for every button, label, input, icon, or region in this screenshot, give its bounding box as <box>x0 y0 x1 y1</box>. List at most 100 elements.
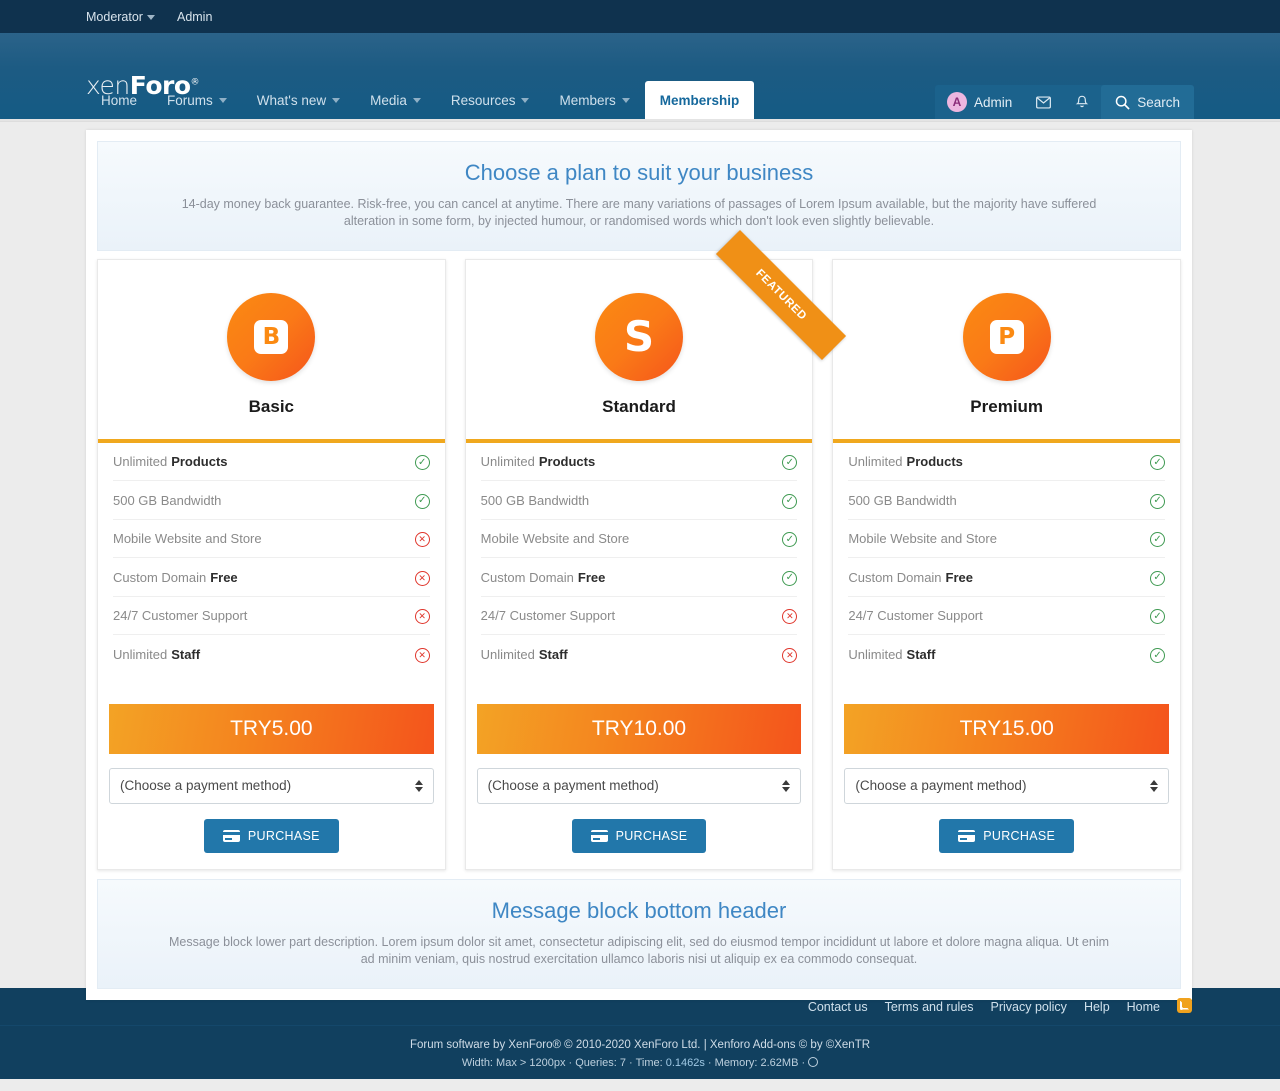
nav-items: Home Forums What's new Media Resources Member… <box>86 81 755 119</box>
cross-circle-icon: ✕ <box>782 648 798 663</box>
moderator-bar: Moderator Admin <box>0 0 1280 33</box>
cross-circle-icon: ✕ <box>414 609 430 624</box>
feature-label-emphasis: Staff <box>171 647 201 662</box>
topbar-moderator-link[interactable]: Moderator <box>86 10 155 24</box>
plan-initial-letter: S <box>623 311 655 361</box>
topbar-moderator-label: Moderator <box>86 9 143 24</box>
search-button[interactable]: Search <box>1101 85 1194 119</box>
nav-item-membership[interactable]: Membership <box>644 81 755 119</box>
stat-sep-3: · <box>704 1057 715 1069</box>
feature-row: Custom Domain Free ✕ <box>113 558 430 597</box>
feature-label: 24/7 Customer Support <box>848 608 983 623</box>
footer-copyright: Forum software by XenForo® © 2010-2020 X… <box>409 1039 871 1051</box>
plan-spacer <box>466 674 813 704</box>
nav-item-what-s-new[interactable]: What's new <box>242 81 355 119</box>
check-circle-icon: ✓ <box>782 532 798 548</box>
footer-stats: Width: Max > 1200px · Queries: 7 · Time:… <box>0 1057 1280 1079</box>
page-top-strip <box>0 119 1280 122</box>
feature-label: Mobile Website and Store <box>113 531 262 546</box>
avatar: A <box>946 92 967 112</box>
feature-label: Unlimited <box>113 647 168 662</box>
plan-badge-icon: P <box>962 292 1051 381</box>
feature-label: 24/7 Customer Support <box>480 608 616 623</box>
plan-badge-icon: S <box>595 292 683 381</box>
plan-header: S Standard <box>465 260 813 443</box>
check-circle-icon: ✓ <box>1150 532 1166 548</box>
nav-item-resources[interactable]: Resources <box>436 81 545 119</box>
rss-icon[interactable] <box>1177 997 1192 1016</box>
footer-link-contact-us[interactable]: Contact us <box>808 1000 868 1014</box>
plan-feature-list: Unlimited Products ✓ 500 GB Bandwidth ✓ Mobi… <box>466 443 813 674</box>
plan-card-premium: P Premium Unlimited Products ✓ 500 GB Bandwi… <box>832 258 1182 870</box>
bottom-message-block: Message block bottom header Message bloc… <box>97 878 1181 989</box>
footer-link-home[interactable]: Home <box>1127 1000 1160 1014</box>
payment-method-value: (Choose a payment method) <box>855 778 1027 794</box>
mail-icon <box>1036 95 1052 109</box>
feature-label: Custom Domain <box>113 569 207 585</box>
plan-footer: (Choose a payment method) PURCHASE <box>466 754 813 869</box>
nav-item-media[interactable]: Media <box>355 81 436 119</box>
payment-method-select[interactable]: (Choose a payment method) <box>844 767 1170 804</box>
gear-icon[interactable] <box>808 1057 819 1067</box>
payment-method-select[interactable]: (Choose a payment method) <box>109 767 434 804</box>
feature-row: 500 GB Bandwidth ✓ <box>113 481 430 520</box>
purchase-button-label: PURCHASE <box>983 828 1056 843</box>
page-body: Choose a plan to suit your business 14-d… <box>0 119 1280 1000</box>
plan-name: Standard <box>602 396 676 416</box>
plan-price: TRY10.00 <box>476 703 802 754</box>
feature-label: 500 GB Bandwidth <box>113 492 222 508</box>
cross-circle-icon: ✕ <box>414 570 430 586</box>
check-circle-icon: ✓ <box>782 455 798 471</box>
purchase-button[interactable]: PURCHASE <box>571 818 707 853</box>
plan-spacer <box>98 674 445 704</box>
check-circle-icon: ✓ <box>1150 609 1166 625</box>
feature-row: Custom Domain Free ✓ <box>480 558 798 597</box>
feature-label: 500 GB Bandwidth <box>848 492 957 508</box>
stat-time-value: 0.1462s <box>665 1057 705 1069</box>
page-title: Choose a plan to suit your business <box>464 160 814 185</box>
purchase-button[interactable]: PURCHASE <box>939 818 1075 853</box>
feature-label-emphasis: Products <box>906 454 963 469</box>
feature-label: Unlimited <box>480 454 535 469</box>
account-menu[interactable]: A Admin <box>935 85 1024 119</box>
check-circle-icon: ✓ <box>1150 493 1166 509</box>
feature-label-emphasis: Products <box>538 454 596 469</box>
stat-sep-2: · <box>625 1057 636 1069</box>
plan-header: B Basic <box>98 260 445 443</box>
feature-label: Custom Domain <box>848 569 942 585</box>
nav-item-label: Forums <box>167 92 213 108</box>
credit-card-icon <box>590 829 608 842</box>
cross-circle-icon: ✕ <box>414 648 430 663</box>
feature-label: Unlimited <box>848 454 903 469</box>
chevron-down-icon <box>412 97 421 103</box>
footer-link-terms-and-rules[interactable]: Terms and rules <box>885 1000 974 1014</box>
footer-link-privacy-policy[interactable]: Privacy policy <box>991 1000 1067 1014</box>
payment-method-select[interactable]: (Choose a payment method) <box>476 767 802 804</box>
purchase-button[interactable]: PURCHASE <box>203 818 339 853</box>
feature-row: Mobile Website and Store ✕ <box>113 520 430 559</box>
feature-label-emphasis: Staff <box>538 647 568 662</box>
feature-label: Custom Domain <box>480 569 574 585</box>
stat-queries: Queries: 7 <box>575 1057 626 1069</box>
nav-item-home[interactable]: Home <box>86 81 152 119</box>
nav-item-forums[interactable]: Forums <box>152 81 242 119</box>
alerts-button[interactable] <box>1063 85 1101 119</box>
feature-label: Unlimited <box>113 454 168 469</box>
stat-width: Width: Max > 1200px <box>461 1057 566 1069</box>
account-name: Admin <box>973 94 1013 110</box>
feature-label: Unlimited <box>480 647 535 662</box>
payment-method-value: (Choose a payment method) <box>120 778 292 794</box>
feature-row: Unlimited Staff ✓ <box>848 635 1166 674</box>
check-circle-icon: ✓ <box>1150 570 1166 586</box>
feature-row: 24/7 Customer Support ✕ <box>113 597 430 636</box>
inbox-button[interactable] <box>1024 85 1063 119</box>
nav-item-members[interactable]: Members <box>544 81 644 119</box>
topbar-admin-link[interactable]: Admin <box>177 10 212 24</box>
stat-sep-1: · <box>565 1057 576 1069</box>
feature-row: 24/7 Customer Support ✓ <box>848 597 1166 636</box>
nav-item-label: Membership <box>659 92 740 108</box>
search-icon <box>1115 95 1130 110</box>
check-circle-icon: ✓ <box>1150 648 1166 664</box>
plan-card-standard: S Standard FEATURED Unlimited Products ✓ 500 … <box>464 229 847 870</box>
footer-link-help[interactable]: Help <box>1084 1000 1110 1014</box>
